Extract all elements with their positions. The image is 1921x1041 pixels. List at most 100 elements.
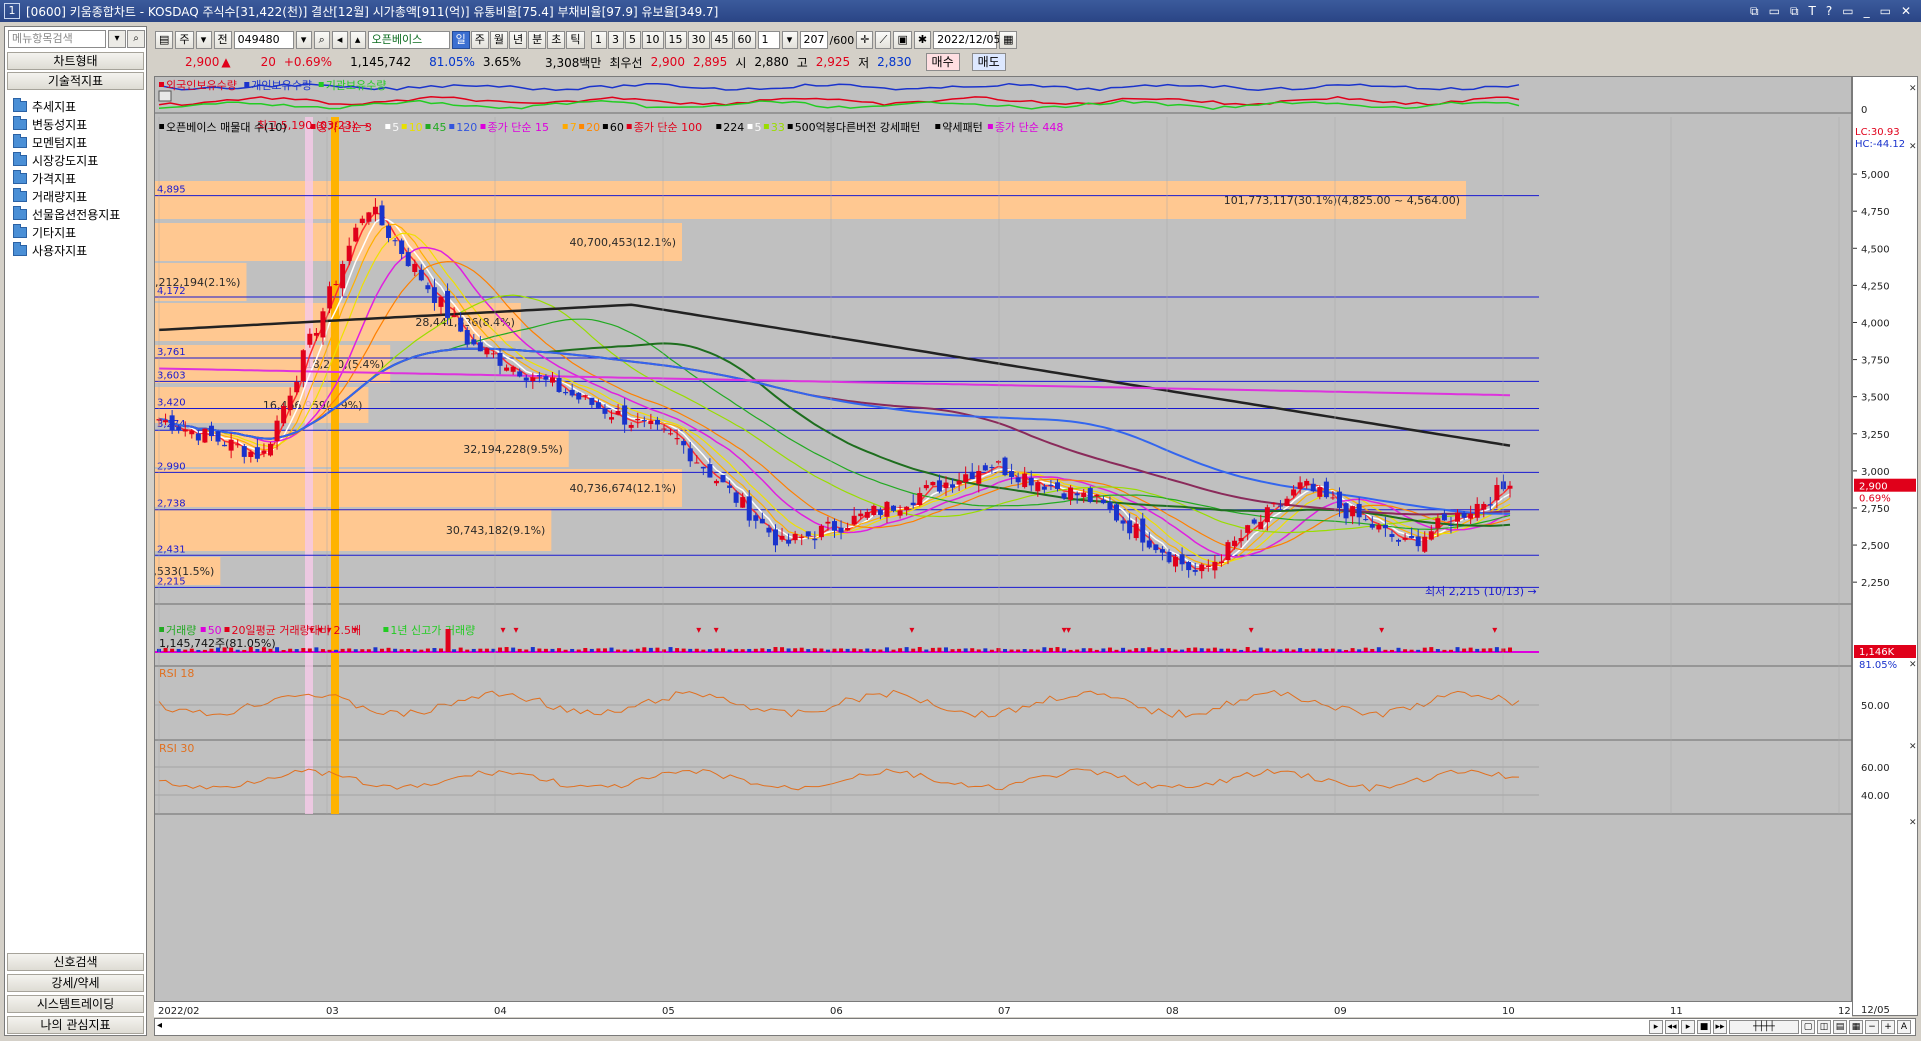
draw-tool-icon[interactable]: ⟋: [875, 31, 892, 49]
volume-bar: [635, 648, 640, 652]
candle-body: [1415, 536, 1421, 547]
highlight-column-pink: [305, 117, 313, 814]
window-control-2[interactable]: ⧉: [1790, 4, 1799, 19]
chart-svg[interactable]: 101,773,117(30.1%)(4,825.00 ~ 4,564.00)4…: [155, 77, 1853, 1002]
tab-strength[interactable]: 강세/약세: [7, 974, 144, 992]
price-legend-swatch: [385, 124, 391, 129]
chart-canvas[interactable]: 101,773,117(30.1%)(4,825.00 ~ 4,564.00) 4…: [154, 76, 1853, 1016]
window-control-3[interactable]: T: [1809, 4, 1816, 19]
menu-search-input[interactable]: 메뉴항목검색: [8, 30, 106, 48]
candle-body: [694, 462, 700, 464]
layout-4-icon[interactable]: ▦: [1849, 1020, 1863, 1034]
crosshair-icon[interactable]: ✛: [856, 31, 874, 49]
rewind-icon[interactable]: ◂◂: [1665, 1020, 1679, 1034]
interval-button-3[interactable]: 년: [509, 31, 528, 49]
layout-2-icon[interactable]: ◫: [1817, 1020, 1831, 1034]
code-dropdown-icon[interactable]: ▾: [295, 31, 312, 49]
interval-button-5[interactable]: 초: [547, 31, 566, 49]
number-button-5[interactable]: 30: [687, 31, 710, 49]
number-button-3[interactable]: 10: [641, 31, 664, 49]
zoom-in-icon[interactable]: +: [1881, 1020, 1895, 1034]
price-axis[interactable]: 0 LC:30.93 HC:-44.12 5,000 4,750 4,500 4,250 4,…: [1852, 76, 1918, 1016]
prev-button[interactable]: 전: [213, 31, 232, 49]
volume-signal-arrow: ▾: [714, 625, 719, 636]
volume-bar: [865, 648, 870, 652]
tree-item-0[interactable]: 추세지표: [7, 97, 144, 115]
period-button[interactable]: 주: [175, 31, 194, 49]
scroll-left-icon[interactable]: ◂: [157, 1020, 162, 1031]
tree-item-6[interactable]: 선물옵션전용지표: [7, 205, 144, 223]
dropdown-arrow-icon[interactable]: ▾: [108, 30, 126, 48]
candle-body: [995, 461, 1001, 463]
number-button-2[interactable]: 5: [624, 31, 641, 49]
tree-item-5[interactable]: 거래량지표: [7, 187, 144, 205]
candle-body: [1061, 493, 1067, 499]
candle-body: [720, 474, 726, 483]
window-control-0[interactable]: ⧉: [1750, 4, 1759, 19]
buy-button[interactable]: 매수: [925, 53, 960, 71]
count-input[interactable]: 1: [757, 31, 780, 49]
tree-item-7[interactable]: 기타지표: [7, 223, 144, 241]
volume-signal-arrow: ▾: [1492, 625, 1497, 636]
save-icon[interactable]: ▣: [893, 31, 912, 49]
stop-icon[interactable]: ■: [1697, 1020, 1711, 1034]
number-button-1[interactable]: 3: [607, 31, 624, 49]
zoom-out-icon[interactable]: −: [1865, 1020, 1879, 1034]
volume-bar: [1042, 647, 1047, 652]
number-button-6[interactable]: 45: [710, 31, 733, 49]
interval-button-2[interactable]: 월: [489, 31, 509, 49]
date-input[interactable]: 2022/12/05: [933, 31, 1000, 49]
chevron-down-icon[interactable]: ▾: [195, 31, 212, 49]
window-control-7[interactable]: ▭: [1880, 4, 1891, 19]
app-window: 1 [0600] 키움종합차트 - KOSDAQ 주식수[31,422(천)] …: [0, 0, 1921, 1041]
window-control-5[interactable]: ▭: [1842, 4, 1853, 19]
zoom-slider[interactable]: ┼┼┼┼: [1729, 1020, 1799, 1034]
interval-button-0[interactable]: 일: [451, 31, 470, 49]
tab-system-trading[interactable]: 시스템트레이딩: [7, 995, 144, 1013]
window-control-8[interactable]: ✕: [1901, 4, 1911, 19]
calendar-icon[interactable]: ▦: [999, 31, 1018, 49]
tab-signal-search[interactable]: 신호검색: [7, 953, 144, 971]
volume-bar: [498, 647, 503, 652]
number-button-0[interactable]: 1: [590, 31, 607, 49]
layout-1-icon[interactable]: ▢: [1801, 1020, 1815, 1034]
stock-code-input[interactable]: 049480: [233, 31, 294, 49]
tree-item-1[interactable]: 변동성지표: [7, 115, 144, 133]
forward-icon[interactable]: ▸▸: [1713, 1020, 1727, 1034]
candle-body: [1120, 520, 1126, 524]
number-button-4[interactable]: 15: [664, 31, 687, 49]
tree-item-4[interactable]: 가격지표: [7, 169, 144, 187]
volume-bar: [386, 647, 391, 652]
window-control-1[interactable]: ▭: [1769, 4, 1780, 19]
window-control-4[interactable]: ?: [1826, 4, 1832, 19]
tree-item-8[interactable]: 사용자지표: [7, 241, 144, 259]
interval-button-6[interactable]: 틱: [566, 31, 585, 49]
window-controls: ⧉ ▭ ⧉ T? ▭ _ ▭ ✕: [1750, 4, 1921, 19]
tab-chart-type[interactable]: 차트형태: [7, 52, 144, 70]
lock-icon[interactable]: ▴: [349, 31, 366, 49]
scroll-right-icon[interactable]: ▸: [1649, 1020, 1663, 1034]
play-icon[interactable]: ▸: [1681, 1020, 1695, 1034]
sell-button[interactable]: 매도: [971, 53, 1006, 71]
search-icon[interactable]: ⌕: [313, 31, 330, 49]
range-input[interactable]: 207: [799, 31, 828, 49]
chart-settings-icon[interactable]: ▤: [155, 31, 174, 49]
layout-3-icon[interactable]: ▤: [1833, 1020, 1847, 1034]
tab-technical-indicators[interactable]: 기술적지표: [7, 72, 144, 90]
speaker-icon[interactable]: ◂: [331, 31, 348, 49]
folder-icon: [13, 133, 27, 148]
interval-button-1[interactable]: 주: [470, 31, 489, 49]
tree-item-2[interactable]: 모멘텀지표: [7, 133, 144, 151]
window-control-6[interactable]: _: [1864, 4, 1870, 19]
gear-icon[interactable]: ✱: [913, 31, 932, 49]
font-size-icon[interactable]: A: [1897, 1020, 1911, 1034]
number-button-7[interactable]: 60: [733, 31, 756, 49]
interval-button-4[interactable]: 분: [528, 31, 547, 49]
search-icon[interactable]: ⌕: [127, 30, 145, 48]
count-dropdown-icon[interactable]: ▾: [781, 31, 798, 49]
chart-scrollbar[interactable]: ◂ ▸ ◂◂ ▸ ■ ▸▸ ┼┼┼┼ ▢ ◫ ▤ ▦ − + A: [154, 1018, 1916, 1036]
volume-bar: [707, 649, 712, 652]
tree-item-3[interactable]: 시장강도지표: [7, 151, 144, 169]
stock-name-field[interactable]: 오픈베이스: [367, 31, 450, 49]
tab-my-indicators[interactable]: 나의 관심지표: [7, 1016, 144, 1034]
